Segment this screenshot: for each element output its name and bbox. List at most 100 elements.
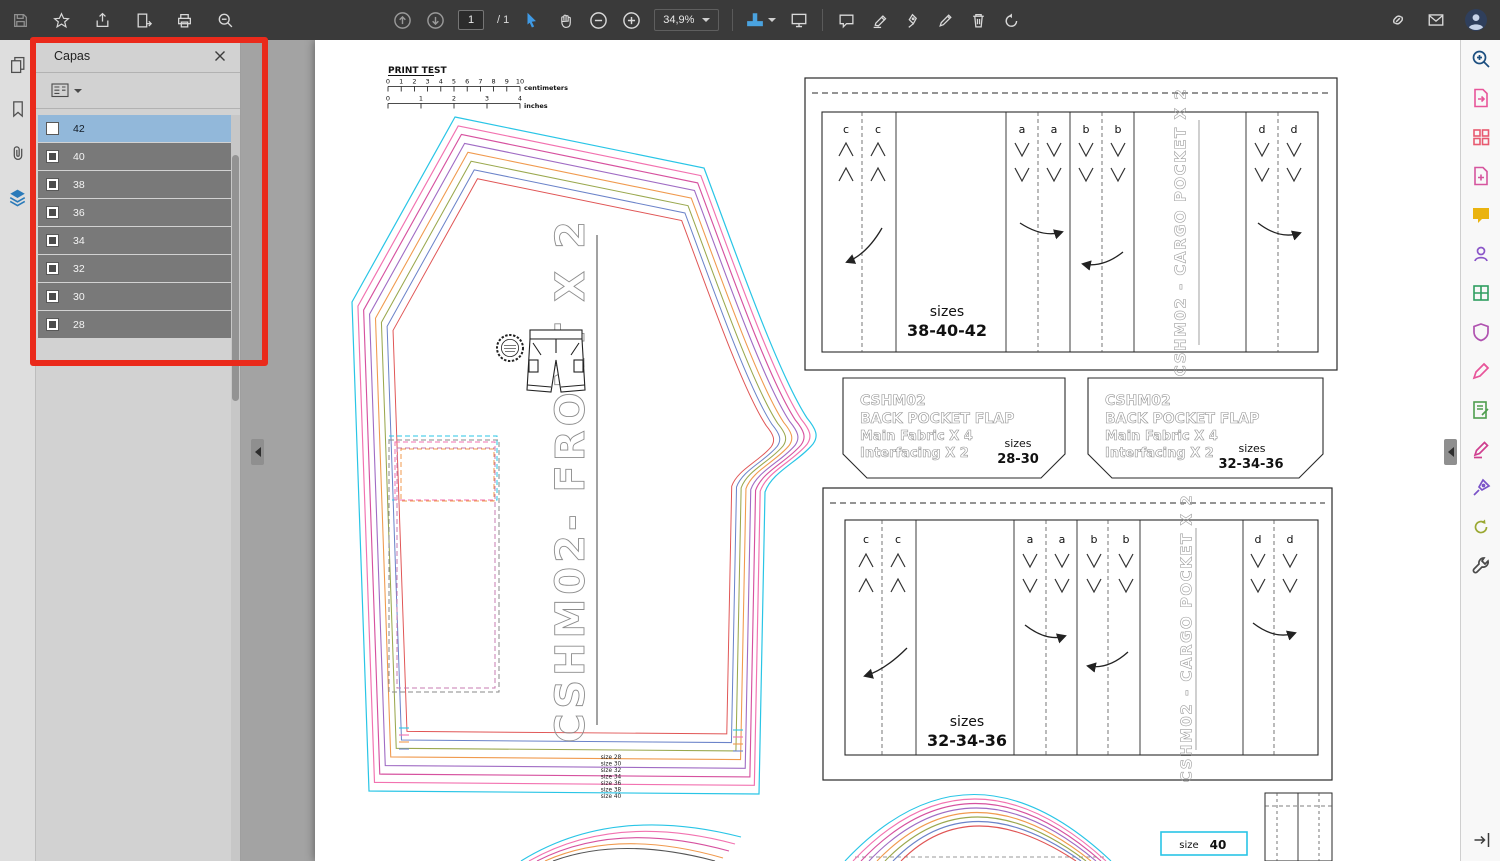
account-button[interactable] (1464, 7, 1488, 33)
svg-text:4: 4 (439, 78, 443, 86)
zoom-level-dropdown[interactable]: 34,9% (654, 9, 720, 31)
delete-button[interactable] (968, 7, 988, 33)
tool-fill-sign[interactable] (1468, 359, 1494, 382)
mail-icon (1428, 14, 1444, 26)
highlight-button[interactable] (869, 7, 889, 33)
previous-page-button[interactable] (392, 7, 412, 33)
svg-text:1: 1 (399, 78, 403, 86)
print-button[interactable] (174, 7, 194, 33)
protect-shield-icon (1472, 322, 1489, 341)
svg-text:a: a (1027, 533, 1034, 546)
email-button[interactable] (1426, 7, 1446, 33)
page-thumbnails-icon (10, 56, 24, 74)
bookmarks-button[interactable] (9, 100, 27, 123)
tool-protect[interactable] (1468, 320, 1494, 343)
top-toolbar: / 1 34,9% (0, 0, 1500, 40)
export-page-button[interactable] (133, 7, 153, 33)
pdf-page[interactable]: PRINT TEST 0 1 2 3 4 5 6 7 8 9 10 centimeters 0 1 2 3… (315, 40, 1460, 861)
sizes-word: sizes (930, 304, 964, 320)
layers-button[interactable] (8, 188, 27, 212)
comment-button[interactable] (836, 7, 856, 33)
zoom-tool-button[interactable] (215, 7, 235, 33)
svg-text:2: 2 (452, 95, 456, 103)
sizes-word: sizes (950, 714, 984, 730)
tool-prepare-form[interactable] (1468, 398, 1494, 421)
next-page-button[interactable] (425, 7, 445, 33)
chevron-down-icon (702, 18, 711, 22)
tool-share[interactable] (1468, 242, 1494, 265)
tool-edit-pdf[interactable] (1468, 437, 1494, 460)
svg-text:0: 0 (386, 78, 390, 86)
expand-right-panel-handle[interactable] (1444, 439, 1457, 465)
svg-text:d: d (1255, 533, 1262, 546)
sign-button[interactable] (902, 7, 922, 33)
cargo-pocket-label: CSHM02 - CARGO POCKET X 2 (1172, 88, 1190, 376)
page-number-input[interactable] (458, 10, 484, 30)
svg-text:size 36: size 36 (601, 781, 622, 787)
tools-rail (1460, 40, 1500, 861)
page-thumbnails-button[interactable] (9, 56, 27, 79)
svg-text:7: 7 (478, 78, 482, 86)
search-zoom-icon (1472, 50, 1490, 68)
tool-comment[interactable] (1468, 203, 1494, 226)
svg-text:8: 8 (492, 78, 496, 86)
toolbar-divider (822, 9, 824, 31)
collapse-left-panel-handle[interactable] (251, 439, 264, 465)
share-link-button[interactable] (1388, 7, 1408, 33)
svg-text:a: a (1051, 123, 1058, 136)
combine-files-icon (1472, 284, 1489, 301)
export-pdf-icon (1473, 88, 1488, 107)
svg-text:a: a (1059, 533, 1066, 546)
svg-text:Interfacing X 2: Interfacing X 2 (1105, 446, 1214, 461)
zoom-out-button[interactable] (588, 7, 608, 33)
svg-text:3: 3 (485, 95, 489, 103)
partial-piece-bottom-left (520, 824, 742, 861)
reading-mode-button[interactable] (1472, 831, 1492, 854)
svg-text:Main Fabric X 4: Main Fabric X 4 (1105, 429, 1218, 444)
zoom-in-icon (622, 11, 640, 29)
tool-certificates[interactable] (1468, 476, 1494, 499)
cm-label: centimeters (524, 84, 568, 92)
svg-text:28-30: 28-30 (997, 452, 1039, 467)
tool-export-pdf[interactable] (1468, 86, 1494, 109)
svg-text:b: b (1115, 123, 1122, 136)
snap-grid-button[interactable] (746, 7, 777, 33)
save-button[interactable] (10, 7, 30, 33)
presentation-button[interactable] (789, 7, 809, 33)
cargo-panel-bottom: c c a a b b d d sizes 32-34-36 CSHM02 - … (822, 487, 1333, 782)
hand-tool-button[interactable] (555, 7, 575, 33)
svg-text:3: 3 (426, 78, 430, 86)
draw-button[interactable] (935, 7, 955, 33)
svg-text:b: b (1091, 533, 1098, 546)
sizes-value: 38-40-42 (907, 321, 987, 340)
zoom-in-button[interactable] (621, 7, 641, 33)
svg-text:5: 5 (452, 78, 456, 86)
comment-icon (839, 14, 854, 28)
tool-convert[interactable] (1468, 515, 1494, 538)
toolbar-right-group (1388, 0, 1488, 40)
sizes-value: 32-34-36 (927, 731, 1007, 750)
document-viewport: PRINT TEST 0 1 2 3 4 5 6 7 8 9 10 centimeters 0 1 2 3… (241, 40, 1460, 861)
svg-text:c: c (875, 123, 881, 136)
tool-combine-files[interactable] (1468, 281, 1494, 304)
trash-icon (973, 13, 984, 28)
toolbar-left-group (10, 0, 235, 40)
svg-text:c: c (863, 533, 869, 546)
svg-text:CSHM02: CSHM02 (1105, 393, 1171, 409)
select-tool-button[interactable] (522, 7, 542, 33)
star-button[interactable] (51, 7, 71, 33)
tool-organize-pages[interactable] (1468, 125, 1494, 148)
share-button[interactable] (92, 7, 112, 33)
print-test-title: PRINT TEST (388, 66, 447, 76)
tool-create-pdf[interactable] (1468, 164, 1494, 187)
rotate-button[interactable] (1001, 7, 1021, 33)
tool-more-tools[interactable] (1468, 554, 1494, 577)
svg-text:a: a (1019, 123, 1026, 136)
reading-mode-icon (1474, 833, 1490, 847)
tool-search[interactable] (1468, 47, 1494, 70)
rotate-ccw-icon (1005, 12, 1018, 27)
attachments-button[interactable] (9, 144, 27, 167)
svg-text:d: d (1259, 123, 1266, 136)
svg-text:c: c (843, 123, 849, 136)
svg-text:size 30: size 30 (601, 762, 622, 768)
